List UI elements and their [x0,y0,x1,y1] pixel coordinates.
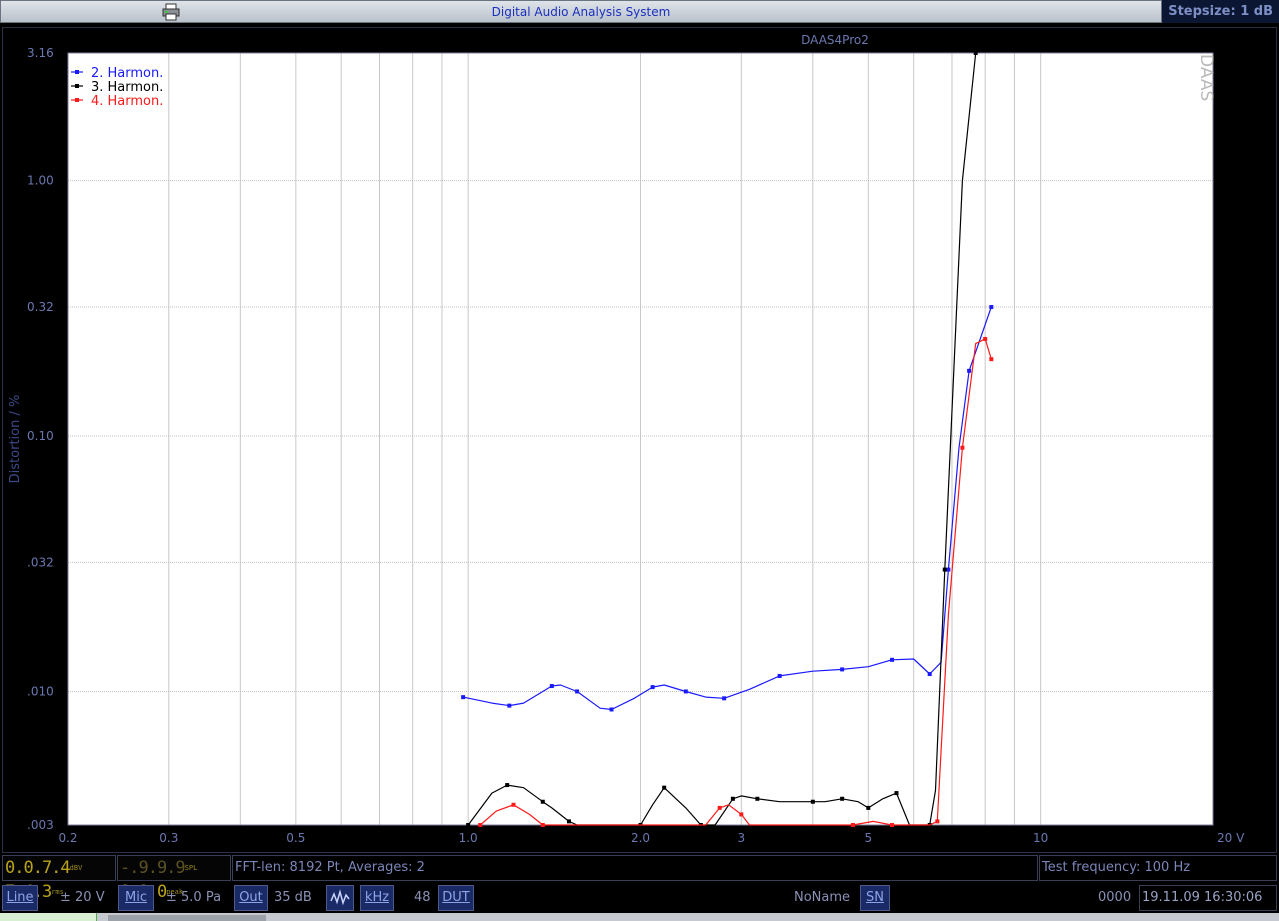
y-tick-label: 0.32 [27,300,54,314]
test-frequency: Test frequency: 100 Hz [1039,855,1277,881]
data-point [575,689,580,694]
data-point [927,672,932,677]
data-point [511,802,516,807]
bottom-tab[interactable] [0,913,97,921]
out-value: 35 dB [274,890,312,905]
legend-marker [75,84,79,88]
data-point [890,657,895,662]
data-point [717,805,722,810]
chart-area: 3.16 1.00 0.32 0.10 .032 .010 .003 0.2 0.3 0.5 1.0… [2,27,1277,853]
lcd-spl-value: -.9.9.9 [120,858,186,878]
data-point [942,567,947,572]
y-axis-label: Distortion / % [8,395,23,484]
watermark-text: DAAS [1196,54,1216,101]
data-point [650,685,655,690]
y-tick-label: 3.16 [27,46,54,60]
x-tick-label: 2.0 [631,831,650,845]
lcd-level-display: 0.0.7.4dBV 7.4.3rms [2,855,116,902]
khz-value: 48 [414,890,431,905]
data-point [946,567,951,572]
data-point [960,445,965,450]
data-point [609,707,614,712]
x-tick-label: 0.3 [159,831,178,845]
data-point [840,796,845,801]
data-point [777,673,782,678]
data-point [967,368,972,373]
data-point [549,684,554,689]
y-tick-label: .010 [27,684,54,698]
data-point [466,823,471,827]
data-point [739,812,744,817]
legend-label: 2. Harmon. [91,66,163,81]
data-point [478,823,483,827]
legend-label: 3. Harmon. [91,80,163,95]
data-point [566,819,571,824]
lcd-spl-unit: SPL [184,864,198,872]
x-tick-label: 0.2 [58,831,77,845]
data-point [894,791,899,796]
line-input-button[interactable]: Line [2,885,38,911]
data-point [866,805,871,810]
data-point [540,823,545,827]
window-title: Digital Audio Analysis System [491,5,671,19]
legend-marker [75,70,79,74]
y-tick-label: 0.10 [27,429,54,443]
data-point [730,796,735,801]
data-point [755,796,760,801]
dut-button[interactable]: DUT [438,885,474,911]
mic-range: ± 5.0 Pa [166,890,222,905]
data-point [890,823,895,827]
line-range: ± 20 V [60,890,105,905]
chart-title: DAAS4Pro2 [801,33,869,47]
data-point [662,785,667,790]
lcd-left-unit: dBV [69,864,83,872]
data-point [683,689,688,694]
data-point [989,357,994,362]
x-tick-label: 10 [1033,831,1048,845]
legend-marker [75,98,79,102]
stepsize-label[interactable]: Stepsize: 1 dB [1162,0,1279,23]
device-name: NoName [794,890,851,905]
counter: 0000 [1098,890,1132,905]
data-point [850,823,855,827]
lcd-spl-display: -.9.9.9SPL 0.0.0peak [117,855,231,902]
lcd-left-value: 0.0.7.4 [5,858,71,878]
waveform-icon[interactable] [326,885,354,911]
data-point [973,51,978,55]
data-point [722,696,727,701]
out-button[interactable]: Out [234,885,268,911]
scrollbar-thumb[interactable] [108,915,266,921]
y-tick-label: .003 [27,818,54,832]
mic-input-button[interactable]: Mic [118,885,154,911]
x-tick-label: 3 [737,831,745,845]
legend-label: 4. Harmon. [91,94,163,109]
title-bar: Digital Audio Analysis System [0,0,1162,23]
y-tick-label: .032 [27,555,54,569]
data-point [540,799,545,804]
fft-info: FFT-len: 8192 Pt, Averages: 2 [232,855,1038,881]
x-tick-label: 1.0 [459,831,478,845]
data-point [983,336,988,341]
status-bar: 0.0.7.4dBV 7.4.3rms -.9.9.9SPL 0.0.0peak… [0,853,1279,921]
data-point [461,695,466,700]
y-tick-label: 1.00 [27,174,54,188]
x-tick-label: 20 V [1217,831,1245,845]
sn-button[interactable]: SN [860,885,890,911]
data-point [935,819,940,824]
x-tick-label: 5 [865,831,873,845]
khz-button[interactable]: kHz [360,885,394,911]
data-point [505,783,510,788]
datetime: 19.11.09 16:30:06 [1139,885,1277,911]
data-point [989,305,994,310]
data-point [840,667,845,672]
data-point [507,703,512,708]
bottom-strip [0,913,1279,921]
data-point [810,799,815,804]
distortion-chart: 3.16 1.00 0.32 0.10 .032 .010 .003 0.2 0.3 0.5 1.0… [8,33,1245,845]
x-tick-label: 0.5 [286,831,305,845]
